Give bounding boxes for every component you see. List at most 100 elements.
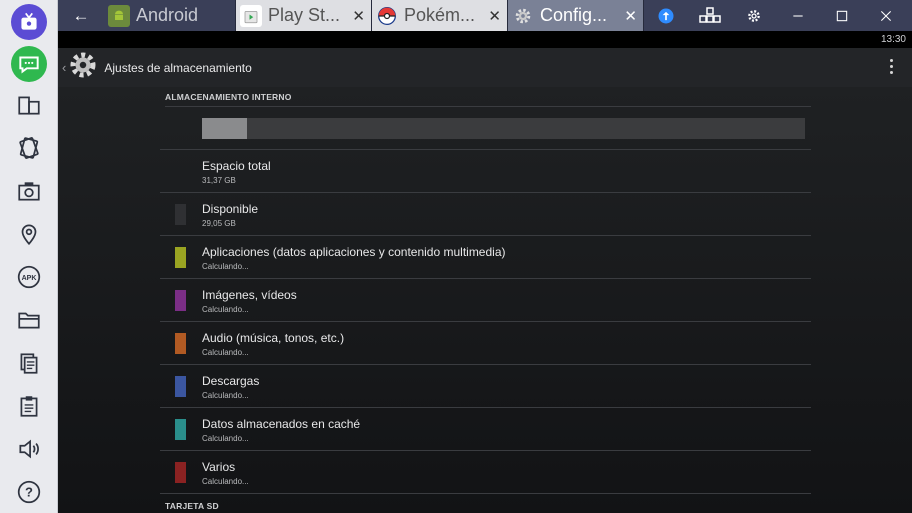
section-header-internal-storage: ALMACENAMIENTO INTERNO [165, 92, 811, 107]
chat-button[interactable] [0, 44, 58, 84]
row-title: Espacio total [202, 159, 271, 173]
color-swatch [175, 204, 186, 225]
minimize-button[interactable] [776, 0, 820, 31]
storage-row-audio[interactable]: Audio (música, tonos, etc.) Calculando..… [160, 322, 811, 365]
shake-icon [18, 137, 39, 160]
row-title: Aplicaciones (datos aplicaciones y conte… [202, 245, 506, 259]
storage-row-misc[interactable]: Varios Calculando... [160, 451, 811, 494]
storage-row-apps[interactable]: Aplicaciones (datos aplicaciones y conte… [160, 236, 811, 279]
volume-icon [18, 439, 39, 459]
location-button[interactable] [0, 213, 58, 256]
tab-label: Config... [540, 5, 608, 25]
tab-settings[interactable]: Config... ✕ [508, 0, 644, 31]
storage-row-total: Espacio total 31,37 GB [160, 150, 811, 193]
paste-icon [20, 396, 37, 417]
upload-icon [658, 8, 674, 23]
tab-bar: ← Android Play St... ✕ Pokém... ✕ Config… [58, 0, 912, 31]
row-value: Calculando... [202, 262, 249, 271]
row-title: Datos almacenados en caché [202, 417, 361, 431]
section-header-sd-card: TARJETA SD [165, 501, 219, 511]
tv-button[interactable] [0, 0, 58, 44]
pokeball-icon [376, 5, 398, 27]
keyboard-button[interactable] [688, 0, 732, 31]
bluestacks-sidebar: APK ? [0, 0, 58, 513]
help-label: ? [25, 484, 33, 499]
color-swatch [175, 419, 186, 440]
storage-row-downloads[interactable]: Descargas Calculando... [160, 365, 811, 408]
row-title: Disponible [202, 202, 259, 216]
color-swatch [175, 290, 186, 311]
folder-icon [17, 312, 40, 329]
tab-label: Android [136, 5, 199, 25]
copy-icon [20, 353, 37, 374]
apk-label: APK [21, 275, 37, 282]
tab-close-icon[interactable]: ✕ [352, 7, 365, 25]
shake-button[interactable] [0, 127, 58, 170]
paste-button[interactable] [0, 384, 58, 427]
color-swatch [175, 333, 186, 354]
row-value: Calculando... [202, 391, 249, 400]
color-swatch [175, 462, 186, 483]
back-button[interactable]: ← [58, 0, 104, 31]
back-arrow-icon: ← [72, 5, 90, 25]
storage-row-images-videos[interactable]: Imágenes, vídeos Calculando... [160, 279, 811, 322]
row-value: Calculando... [202, 477, 249, 486]
row-title: Audio (música, tonos, etc.) [202, 331, 345, 345]
copy-button[interactable] [0, 341, 58, 384]
camera-icon [17, 182, 40, 201]
apk-icon: APK [17, 265, 40, 289]
close-icon [880, 10, 892, 21]
tab-android[interactable]: Android [104, 0, 236, 31]
volume-button[interactable] [0, 427, 58, 470]
row-value: 31,37 GB [202, 176, 236, 185]
maximize-button[interactable] [820, 0, 864, 31]
row-title: Varios [202, 460, 236, 474]
storage-settings-list: ALMACENAMIENTO INTERNO Espacio total 31,… [58, 87, 912, 513]
tab-label: Pokém... [404, 5, 476, 25]
location-icon [21, 224, 36, 246]
tv-icon [10, 3, 47, 40]
color-swatch [175, 247, 186, 268]
settings-gear-icon[interactable] [68, 50, 98, 85]
help-button[interactable]: ? [0, 470, 58, 513]
status-time: 13:30 [880, 34, 906, 45]
settings-gear-icon [512, 5, 534, 27]
rotate-screen-button[interactable] [0, 84, 58, 127]
tab-pokemon[interactable]: Pokém... ✕ [372, 0, 508, 31]
android-icon [108, 4, 130, 27]
android-status-bar: 13:30 [58, 31, 912, 48]
tab-play-store[interactable]: Play St... ✕ [236, 0, 372, 31]
keyboard-icon [699, 6, 721, 23]
row-title: Descargas [202, 374, 260, 388]
camera-button[interactable] [0, 170, 58, 213]
settings-button[interactable] [732, 0, 776, 31]
storage-usage-fill [202, 118, 247, 139]
action-bar: ‹ Ajustes de almacenamiento [58, 48, 912, 87]
row-value: Calculando... [202, 305, 249, 314]
maximize-icon [836, 10, 848, 21]
storage-usage-row [160, 107, 811, 150]
rotate-screen-icon [17, 96, 40, 115]
play-store-icon [240, 4, 262, 27]
apk-install-button[interactable]: APK [0, 256, 58, 299]
up-navigation-button[interactable]: ‹ [62, 60, 66, 75]
row-value: Calculando... [202, 434, 249, 443]
row-value: 29,05 GB [202, 219, 236, 228]
chat-icon [10, 45, 47, 82]
storage-row-cache[interactable]: Datos almacenados en caché Calculando... [160, 408, 811, 451]
gear-icon [748, 9, 760, 22]
minimize-icon [793, 14, 803, 17]
upload-button[interactable] [644, 0, 688, 31]
color-swatch [175, 376, 186, 397]
row-value: Calculando... [202, 348, 249, 357]
overflow-menu-icon[interactable] [890, 59, 894, 74]
storage-row-available: Disponible 29,05 GB [160, 193, 811, 236]
close-button[interactable] [864, 0, 908, 31]
folder-button[interactable] [0, 298, 58, 341]
storage-usage-bar [202, 118, 805, 139]
tab-label: Play St... [268, 5, 341, 25]
tab-close-icon[interactable]: ✕ [488, 7, 501, 25]
help-icon: ? [17, 480, 40, 503]
row-title: Imágenes, vídeos [202, 288, 297, 302]
tab-close-icon[interactable]: ✕ [624, 7, 637, 25]
